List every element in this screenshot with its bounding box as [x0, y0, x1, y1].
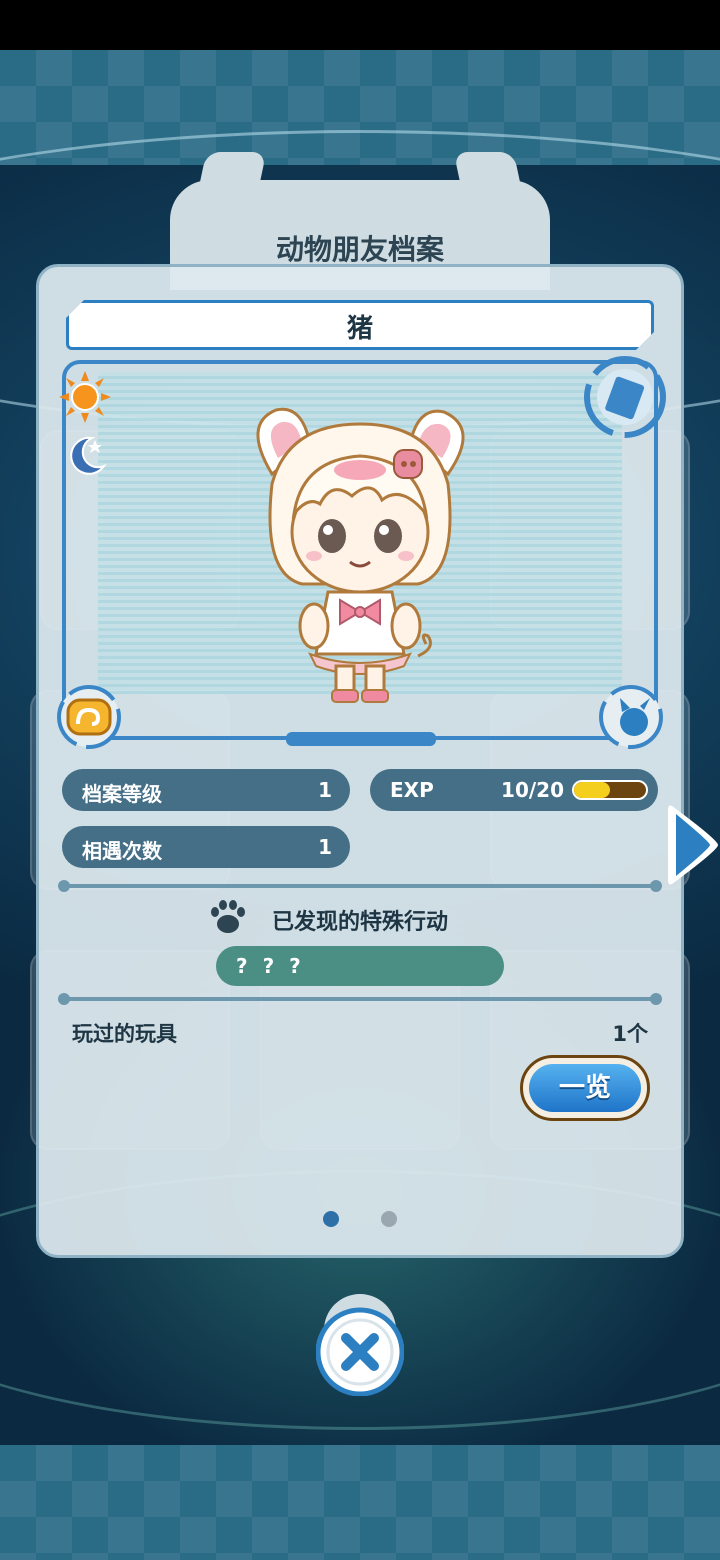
animal-name: 猪: [346, 314, 373, 344]
disc-icon[interactable]: [582, 354, 668, 440]
exp-progress-bar: [572, 780, 648, 800]
exp-label: EXP: [390, 778, 434, 802]
status-bar: [0, 0, 720, 50]
behavior-item[interactable]: ? ? ?: [216, 946, 504, 986]
profile-level-value: 1: [318, 778, 332, 802]
exp-stat: EXP 10/20: [370, 769, 658, 811]
chevron-right-icon[interactable]: [664, 800, 720, 890]
background-pattern-bottom: [0, 1445, 720, 1560]
page-indicator-active[interactable]: [323, 1211, 339, 1227]
exp-value: 10/20: [501, 778, 564, 802]
encounter-value: 1: [318, 835, 332, 859]
toys-label: 玩过的玩具: [72, 1022, 177, 1046]
special-behaviors-title: 已发现的特殊行动: [272, 910, 449, 935]
page-indicator[interactable]: [381, 1211, 397, 1227]
close-icon[interactable]: [316, 1294, 404, 1396]
paw-badge-icon[interactable]: [56, 684, 122, 750]
encounter-label: 相遇次数: [82, 839, 162, 863]
page-title: 动物朋友档案: [275, 233, 444, 266]
sun-icon[interactable]: [58, 370, 112, 424]
frame-tab: [286, 732, 436, 746]
section-divider: [58, 993, 662, 1005]
character-illustration: [256, 407, 465, 703]
exp-progress-fill: [574, 782, 610, 798]
behavior-item-label: ? ? ?: [236, 954, 305, 978]
profile-level-label: 档案等级: [82, 782, 162, 806]
encounter-stat: 相遇次数 1: [62, 826, 350, 868]
toys-count: 1个: [612, 1022, 648, 1046]
toys-list-button-label: 一览: [529, 1064, 641, 1112]
paw-print-icon: [211, 900, 245, 933]
cat-badge-icon[interactable]: [598, 684, 664, 750]
toys-list-button[interactable]: 一览: [520, 1055, 650, 1121]
moon-icon[interactable]: [62, 432, 110, 480]
section-divider: [58, 880, 662, 892]
profile-level-stat: 档案等级 1: [62, 769, 350, 811]
